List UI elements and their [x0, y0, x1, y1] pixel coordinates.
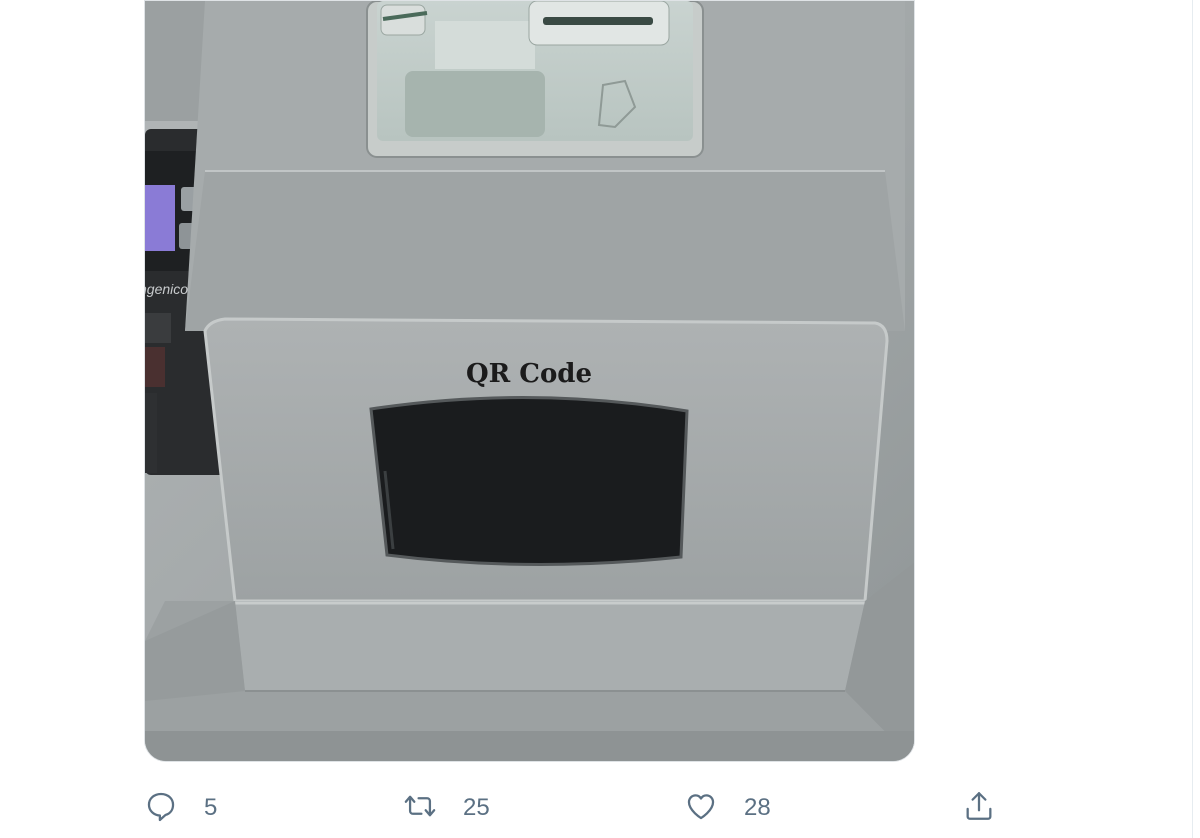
- heart-icon: [684, 789, 718, 828]
- like-count: 28: [744, 794, 771, 821]
- tweet-page: ngenico QR Code: [0, 0, 1200, 838]
- qr-code-label: QR Code: [466, 359, 592, 389]
- reply-count: 5: [204, 794, 218, 821]
- like-button[interactable]: 28: [684, 786, 771, 830]
- reply-icon: [144, 789, 178, 828]
- qr-scanner-window: [369, 396, 689, 567]
- brand-text: ngenico: [145, 281, 188, 297]
- share-icon: [962, 789, 996, 828]
- tweet-actions-bar: 5 25 28: [0, 786, 1200, 834]
- retweet-icon: [403, 789, 437, 828]
- tweet-photo[interactable]: ngenico QR Code: [144, 0, 915, 762]
- timeline-border: [1192, 0, 1193, 838]
- retweet-count: 25: [463, 794, 490, 821]
- retweet-button[interactable]: 25: [403, 786, 490, 830]
- atm-photo-illustration: ngenico QR Code: [145, 1, 914, 761]
- share-button[interactable]: [962, 786, 996, 830]
- reply-button[interactable]: 5: [144, 786, 217, 830]
